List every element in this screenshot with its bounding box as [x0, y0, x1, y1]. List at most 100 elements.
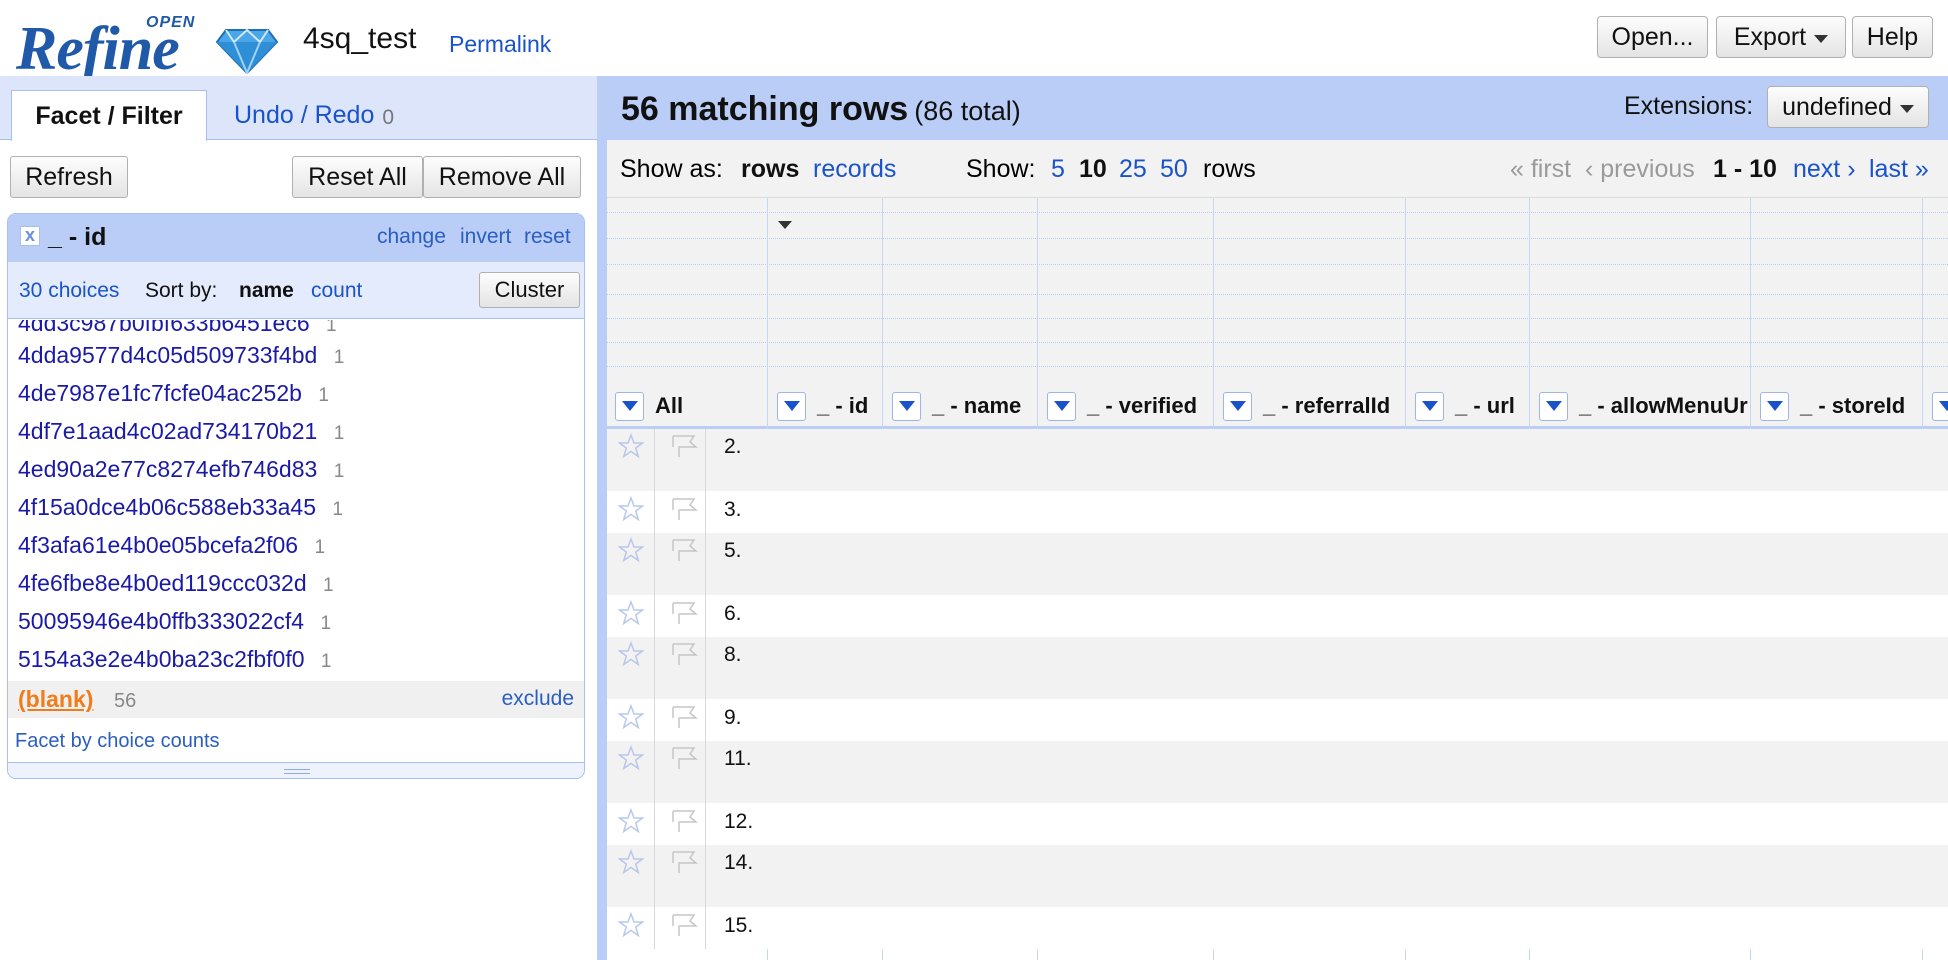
- column-header-verified[interactable]: _ - verified: [1047, 386, 1197, 426]
- star-icon[interactable]: [617, 807, 645, 839]
- facet-resize-handle[interactable]: [8, 762, 584, 778]
- column-header-more[interactable]: [1932, 386, 1948, 426]
- column-group-toggle-icon[interactable]: [778, 221, 792, 229]
- star-icon[interactable]: [617, 703, 645, 735]
- choice-value[interactable]: 4ed90a2e77c8274efb746d83: [18, 456, 317, 482]
- star-icon[interactable]: [617, 744, 645, 776]
- star-icon[interactable]: [617, 432, 645, 464]
- choice-list[interactable]: 4dd3c987b0fbf633b6451ec6 1 4dda9577d4c05…: [8, 320, 584, 681]
- choice-count: 1: [320, 613, 332, 634]
- cluster-button[interactable]: Cluster: [479, 272, 580, 308]
- tab-undo-redo[interactable]: Undo / Redo 0: [234, 90, 394, 141]
- choice-item[interactable]: 4f15a0dce4b06c588eb33a45 1: [18, 494, 343, 532]
- facet-change-link[interactable]: change: [377, 225, 446, 249]
- cell-separator: [705, 533, 706, 595]
- flag-icon[interactable]: [670, 912, 700, 943]
- last-page-link[interactable]: last »: [1869, 155, 1929, 184]
- choice-value[interactable]: 50095946e4b0ffb333022cf4: [18, 608, 304, 634]
- column-header-id[interactable]: _ - id: [777, 386, 868, 426]
- choice-value[interactable]: 4de7987e1fc7fcfe04ac252b: [18, 380, 302, 406]
- flag-icon[interactable]: [670, 433, 700, 464]
- column-menu-button[interactable]: [892, 391, 921, 421]
- column-menu-button[interactable]: [1223, 391, 1252, 421]
- choice-item[interactable]: 5154a3e2e4b0ba23c2fbf0f0 1: [18, 646, 331, 681]
- column-menu-button[interactable]: [1047, 391, 1076, 421]
- choice-count: 1: [333, 347, 345, 368]
- choice-item[interactable]: 4de7987e1fc7fcfe04ac252b 1: [18, 380, 329, 418]
- export-button[interactable]: Export: [1716, 16, 1846, 58]
- facet-reset-link[interactable]: reset: [524, 225, 571, 249]
- choice-item[interactable]: 4f3afa61e4b0e05bcefa2f06 1: [18, 532, 325, 570]
- refresh-button[interactable]: Refresh: [10, 156, 128, 198]
- column-header-name[interactable]: _ - name: [892, 386, 1021, 426]
- close-icon[interactable]: x: [20, 226, 40, 246]
- star-icon[interactable]: [617, 911, 645, 943]
- help-button[interactable]: Help: [1852, 16, 1933, 58]
- flag-icon[interactable]: [670, 745, 700, 776]
- facet-controls: 30 choices Sort by: name count Cluster: [8, 262, 584, 319]
- choice-item[interactable]: 4df7e1aad4c02ad734170b21 1: [18, 418, 344, 456]
- star-icon[interactable]: [617, 536, 645, 568]
- choice-item[interactable]: 50095946e4b0ffb333022cf4 1: [18, 608, 331, 646]
- show-as-records-link[interactable]: records: [813, 155, 896, 184]
- open-button[interactable]: Open...: [1597, 16, 1708, 58]
- column-header-storeid[interactable]: _ - storeId: [1760, 386, 1905, 426]
- remove-all-button-label: Remove All: [438, 162, 566, 191]
- choice-item[interactable]: 4ed90a2e77c8274efb746d83 1: [18, 456, 344, 494]
- facet-by-choice-counts-link[interactable]: Facet by choice counts: [15, 730, 220, 753]
- choice-value[interactable]: 5154a3e2e4b0ba23c2fbf0f0: [18, 646, 305, 672]
- reset-all-button[interactable]: Reset All: [292, 156, 423, 198]
- first-page-link[interactable]: « first: [1510, 155, 1571, 184]
- star-icon[interactable]: [617, 599, 645, 631]
- total-rows-text: (86 total): [914, 96, 1021, 126]
- page-size-10[interactable]: 10: [1079, 155, 1107, 184]
- choice-value[interactable]: 4fe6fbe8e4b0ed119ccc032d: [18, 570, 307, 596]
- column-header-all[interactable]: All: [615, 386, 683, 426]
- blank-choice-label[interactable]: (blank): [18, 686, 93, 713]
- extensions-dropdown[interactable]: undefined: [1767, 86, 1929, 128]
- panel-divider[interactable]: [597, 76, 607, 960]
- project-name[interactable]: 4sq_test: [303, 22, 416, 56]
- column-menu-button[interactable]: [777, 391, 806, 421]
- choice-value[interactable]: 4dda9577d4c05d509733f4bd: [18, 342, 317, 368]
- next-page-link[interactable]: next ›: [1793, 155, 1856, 184]
- column-menu-button[interactable]: [1760, 391, 1789, 421]
- previous-page-link[interactable]: ‹ previous: [1585, 155, 1695, 184]
- flag-icon[interactable]: [670, 704, 700, 735]
- facet-invert-link[interactable]: invert: [460, 225, 511, 249]
- column-header-allowmenuurl[interactable]: _ - allowMenuUr: [1539, 386, 1748, 426]
- page-size-50[interactable]: 50: [1160, 155, 1188, 184]
- choice-value[interactable]: 4dd3c987b0fbf633b6451ec6: [18, 320, 310, 336]
- page-size-25[interactable]: 25: [1119, 155, 1147, 184]
- column-menu-button[interactable]: [1932, 391, 1948, 421]
- permalink-link[interactable]: Permalink: [449, 31, 551, 58]
- sort-by-name[interactable]: name: [239, 279, 294, 303]
- choice-value[interactable]: 4df7e1aad4c02ad734170b21: [18, 418, 317, 444]
- sort-by-count[interactable]: count: [311, 279, 362, 303]
- tab-facet-filter[interactable]: Facet / Filter: [11, 90, 207, 141]
- column-header-referralid[interactable]: _ - referralId: [1223, 386, 1390, 426]
- flag-icon[interactable]: [670, 600, 700, 631]
- column-menu-button[interactable]: [1415, 391, 1444, 421]
- star-icon[interactable]: [617, 848, 645, 880]
- flag-icon[interactable]: [670, 496, 700, 527]
- choice-value[interactable]: 4f3afa61e4b0e05bcefa2f06: [18, 532, 298, 558]
- column-header-url[interactable]: _ - url: [1415, 386, 1515, 426]
- flag-icon[interactable]: [670, 808, 700, 839]
- column-menu-button[interactable]: [615, 391, 644, 421]
- blank-choice[interactable]: (blank) 56 exclude: [8, 681, 584, 718]
- exclude-link[interactable]: exclude: [502, 687, 574, 711]
- flag-icon[interactable]: [670, 641, 700, 672]
- star-icon[interactable]: [617, 640, 645, 672]
- choice-value[interactable]: 4f15a0dce4b06c588eb33a45: [18, 494, 316, 520]
- page-size-5[interactable]: 5: [1051, 155, 1065, 184]
- star-icon[interactable]: [617, 495, 645, 527]
- openrefine-logo[interactable]: Refine OPEN: [16, 10, 286, 82]
- choice-item[interactable]: 4dda9577d4c05d509733f4bd 1: [18, 342, 344, 380]
- remove-all-button[interactable]: Remove All: [423, 156, 581, 198]
- choice-item[interactable]: 4fe6fbe8e4b0ed119ccc032d 1: [18, 570, 334, 608]
- flag-icon[interactable]: [670, 849, 700, 880]
- show-as-rows[interactable]: rows: [741, 155, 799, 184]
- flag-icon[interactable]: [670, 537, 700, 568]
- column-menu-button[interactable]: [1539, 391, 1568, 421]
